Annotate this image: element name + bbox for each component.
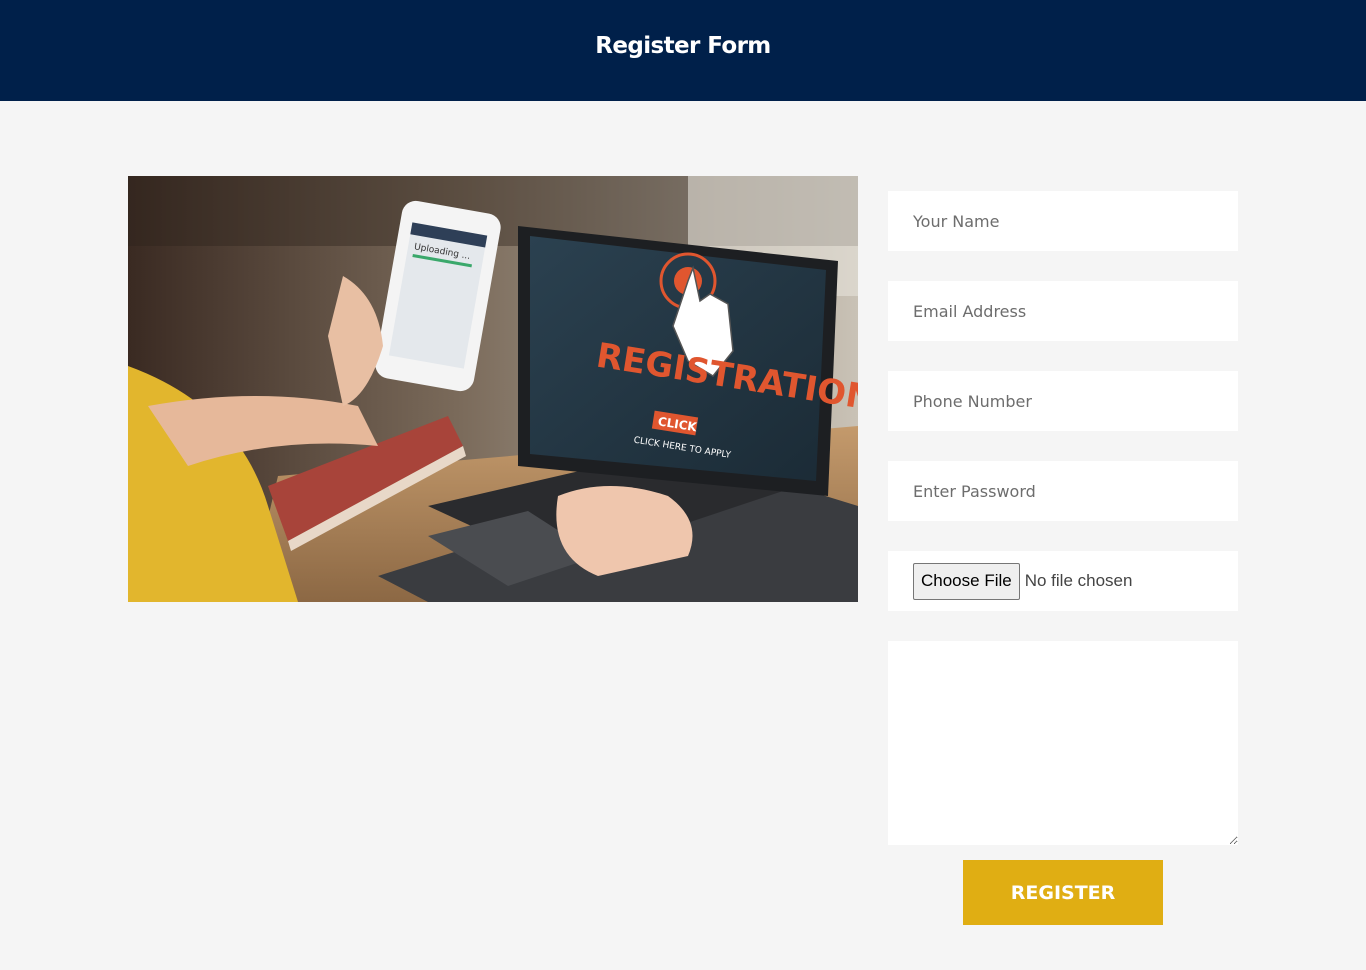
email-input[interactable] — [888, 281, 1238, 341]
register-button[interactable]: REGISTER — [963, 860, 1163, 925]
file-status-text: No file chosen — [1024, 571, 1133, 590]
message-textarea[interactable] — [888, 641, 1238, 845]
page-title: Register Form — [595, 32, 771, 59]
password-input[interactable] — [888, 461, 1238, 521]
choose-file-button[interactable]: Choose File — [913, 562, 1020, 600]
name-input[interactable] — [888, 191, 1238, 251]
hero-image: REGISTRATION CLICK CLICK HERE TO APPLY U… — [128, 176, 858, 602]
register-form: Choose File No file chosen REGISTER — [888, 191, 1238, 925]
page-header: Register Form — [0, 0, 1366, 101]
file-upload-field: Choose File No file chosen — [888, 551, 1238, 611]
phone-input[interactable] — [888, 371, 1238, 431]
